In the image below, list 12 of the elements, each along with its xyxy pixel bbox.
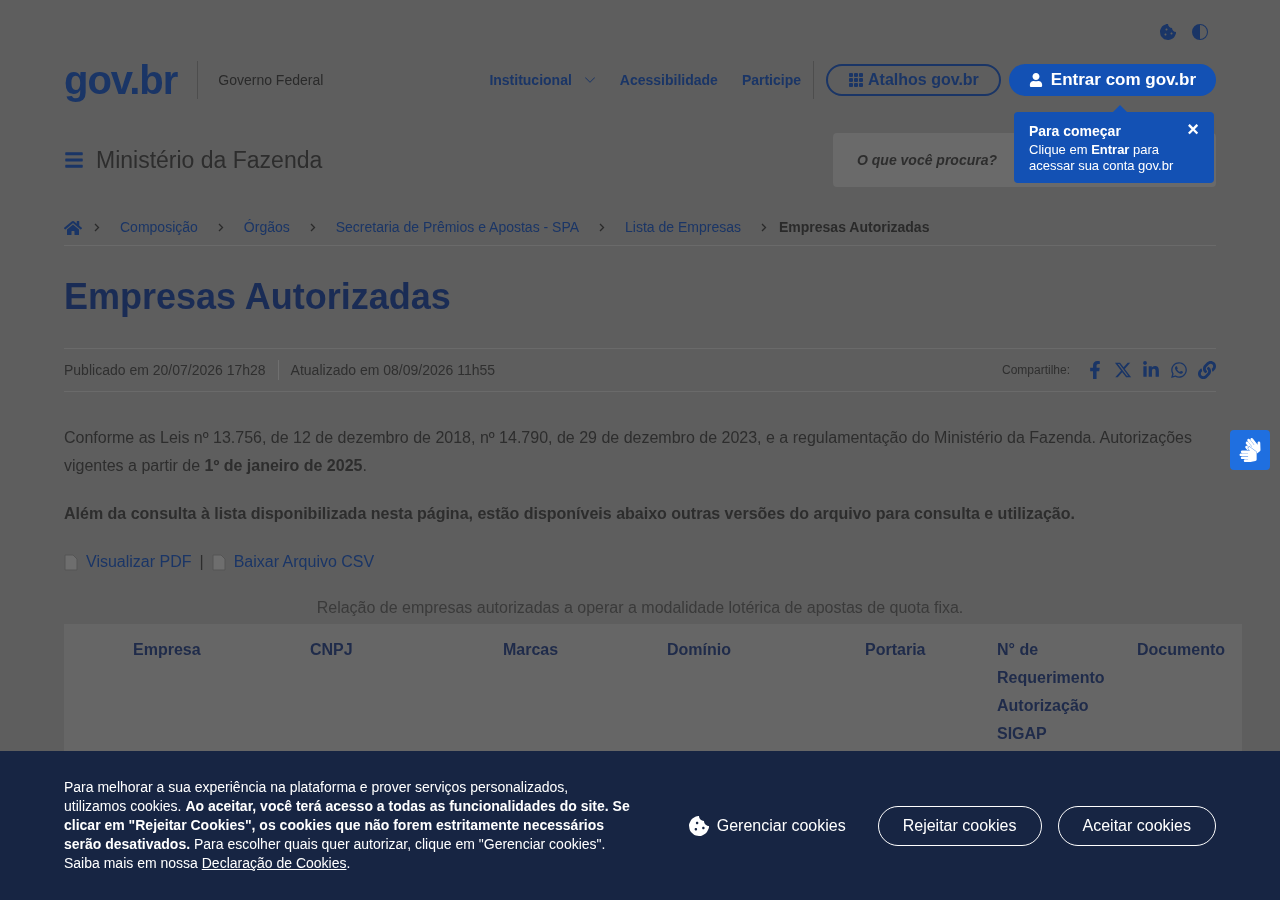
tooltip-title: Para começar (1029, 122, 1121, 141)
column-header: Domínio (667, 640, 732, 660)
column-header: CNPJ (310, 640, 354, 660)
column-header: Portaria (865, 640, 927, 660)
column-header: Documento (1137, 640, 1226, 660)
column-header: Empresa (132, 640, 202, 660)
tooltip-text: Clique em Entrar para acessar sua conta gov.br (1029, 142, 1175, 174)
page-title: Empresas Autorizadas (64, 275, 452, 319)
link-separator: | (199, 552, 204, 572)
cookie-text: Para melhorar a sua experiência na plataforma e prover serviços personalizados, utilizamos cookies. Ao aceitar, você terá acesso a todas as funcionalidades do site. Se clicar em "Rejeitar Cookies", os cookies que não forem estritamente necessários serão desativados. Para escolher quais quer autorizar, clique em "Gerenciar cookies". Saiba mais em nossa Declaração de Cookies. (64, 778, 631, 873)
column-header: N° de Requerimento Autorização SIGAP (997, 640, 1106, 744)
column-header: Marcas (503, 640, 560, 660)
